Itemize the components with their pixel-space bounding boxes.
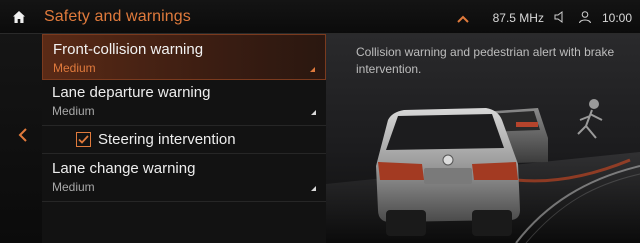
menu-item-steering-intervention[interactable]: Steering intervention [42, 126, 326, 154]
menu-item-value: Medium [53, 61, 96, 75]
left-rail [0, 34, 42, 243]
top-bar: Safety and warnings 87.5 MHz 10:00 [0, 0, 640, 34]
menu-item-lane-departure-warning[interactable]: Lane departure warning Medium [42, 80, 326, 126]
status-area: 87.5 MHz 10:00 [456, 9, 632, 27]
menu-item-value: Medium [52, 180, 95, 194]
menu-item-value: Medium [52, 104, 95, 118]
chevron-up-icon[interactable] [456, 11, 469, 26]
own-vehicle [376, 108, 520, 236]
submenu-indicator-icon [311, 110, 316, 115]
back-button[interactable] [12, 122, 34, 148]
home-icon [13, 11, 25, 23]
user-icon [578, 10, 592, 27]
submenu-indicator-icon [311, 186, 316, 191]
menu-item-label: Front-collision warning [53, 41, 204, 58]
submenu-indicator-icon [310, 67, 315, 72]
feature-description: Collision warning and pedestrian alert w… [356, 45, 615, 76]
home-button[interactable] [6, 4, 32, 30]
info-panel: Collision warning and pedestrian alert w… [326, 34, 640, 243]
menu-item-label: Lane change warning [52, 160, 196, 177]
pedestrian-icon [577, 99, 603, 139]
menu-item-label: Steering intervention [98, 131, 236, 148]
menu-item-front-collision-warning[interactable]: Front-collision warning Medium [42, 34, 326, 80]
steering-intervention-checkbox[interactable] [76, 132, 91, 147]
checkmark-icon [78, 135, 89, 144]
page-title: Safety and warnings [44, 8, 191, 25]
menu-item-lane-change-warning[interactable]: Lane change warning Medium [42, 154, 326, 202]
menu-item-label: Lane departure warning [52, 84, 211, 101]
settings-menu: Front-collision warning Medium Lane depa… [42, 34, 326, 243]
clock: 10:00 [601, 11, 632, 25]
radio-frequency: 87.5 MHz [492, 11, 544, 25]
back-chevron-icon [18, 128, 27, 142]
volume-icon [554, 10, 568, 26]
